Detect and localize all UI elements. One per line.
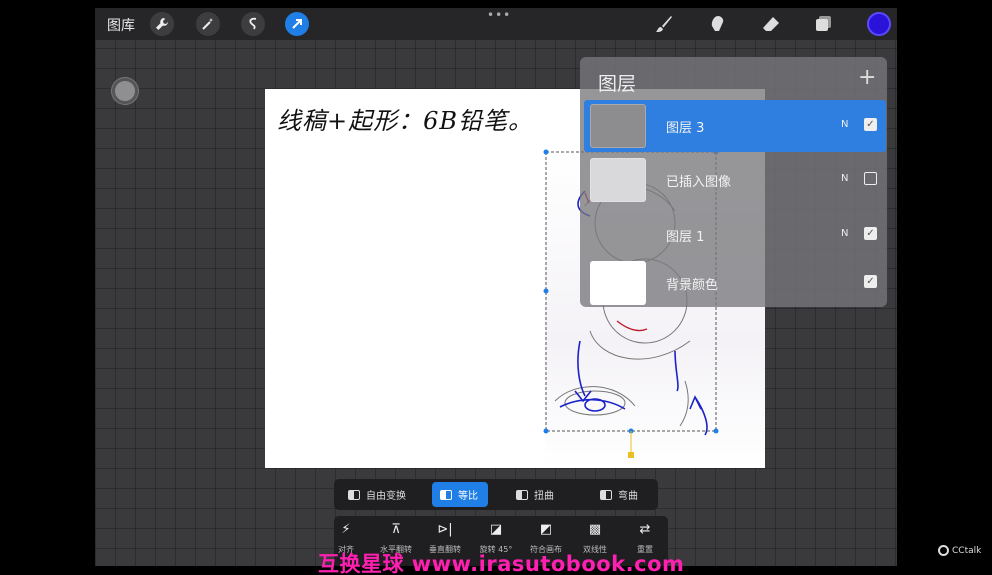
free-transform-icon bbox=[348, 489, 360, 500]
visibility-checkbox[interactable]: ✓ bbox=[864, 227, 877, 240]
visibility-checkbox[interactable] bbox=[864, 172, 877, 185]
blend-mode-button[interactable]: N bbox=[841, 173, 848, 184]
layer-row-1[interactable]: 图层 1 N ✓ bbox=[584, 209, 886, 261]
layer-name: 背景颜色 bbox=[666, 278, 719, 293]
layer-thumbnail bbox=[590, 213, 646, 257]
procreate-app: 图库 ••• 线稿+起形：6B铅笔。 图层 + 图层 3 N ✓ 已插入图像 N… bbox=[95, 8, 897, 566]
layer-row-inserted-image[interactable]: 已插入图像 N bbox=[584, 154, 886, 206]
warp-button[interactable]: 弯曲 bbox=[592, 482, 654, 507]
warp-icon bbox=[600, 489, 612, 500]
rotate-icon: ◪ bbox=[489, 522, 503, 537]
layer-name: 图层 3 bbox=[666, 121, 705, 136]
distort-button[interactable]: 扭曲 bbox=[508, 482, 572, 507]
watermark-text: 互换星球 www.irasutobook.com bbox=[318, 552, 685, 575]
layer-thumbnail bbox=[590, 104, 646, 148]
layers-panel: 图层 + 图层 3 N ✓ 已插入图像 N 图层 1 N ✓ 背景颜色 ✓ bbox=[580, 57, 887, 307]
layer-name: 图层 1 bbox=[666, 230, 705, 245]
blend-mode-button[interactable]: N bbox=[841, 119, 848, 130]
layer-row-background-color[interactable]: 背景颜色 ✓ bbox=[584, 257, 886, 309]
layers-title: 图层 bbox=[598, 73, 637, 95]
layer-row-3[interactable]: 图层 3 N ✓ bbox=[584, 100, 886, 152]
reset-icon: ⇄ bbox=[639, 522, 651, 537]
cctalk-ring-icon bbox=[938, 545, 949, 556]
visibility-checkbox[interactable]: ✓ bbox=[864, 118, 877, 131]
uniform-transform-icon bbox=[440, 489, 452, 500]
flip-horizontal-icon: ⊼ bbox=[391, 522, 401, 537]
blend-mode-button[interactable]: N bbox=[841, 228, 848, 239]
distort-icon bbox=[516, 489, 528, 500]
fit-canvas-icon: ◩ bbox=[539, 522, 553, 537]
transform-mode-bar: 自由变换 等比 扭曲 弯曲 bbox=[334, 479, 658, 510]
free-transform-button[interactable]: 自由变换 bbox=[340, 482, 416, 507]
lightning-icon: ⚡ bbox=[341, 522, 351, 537]
visibility-checkbox[interactable]: ✓ bbox=[864, 275, 877, 288]
cctalk-logo: CCtalk bbox=[938, 545, 981, 556]
layer-name: 已插入图像 bbox=[666, 175, 732, 190]
layer-thumbnail bbox=[590, 261, 646, 305]
bilinear-icon: ▩ bbox=[588, 522, 602, 537]
add-layer-button[interactable]: + bbox=[858, 65, 876, 90]
layer-thumbnail bbox=[590, 158, 646, 202]
uniform-transform-button[interactable]: 等比 bbox=[432, 482, 488, 507]
flip-vertical-icon: ⊳| bbox=[437, 522, 453, 537]
